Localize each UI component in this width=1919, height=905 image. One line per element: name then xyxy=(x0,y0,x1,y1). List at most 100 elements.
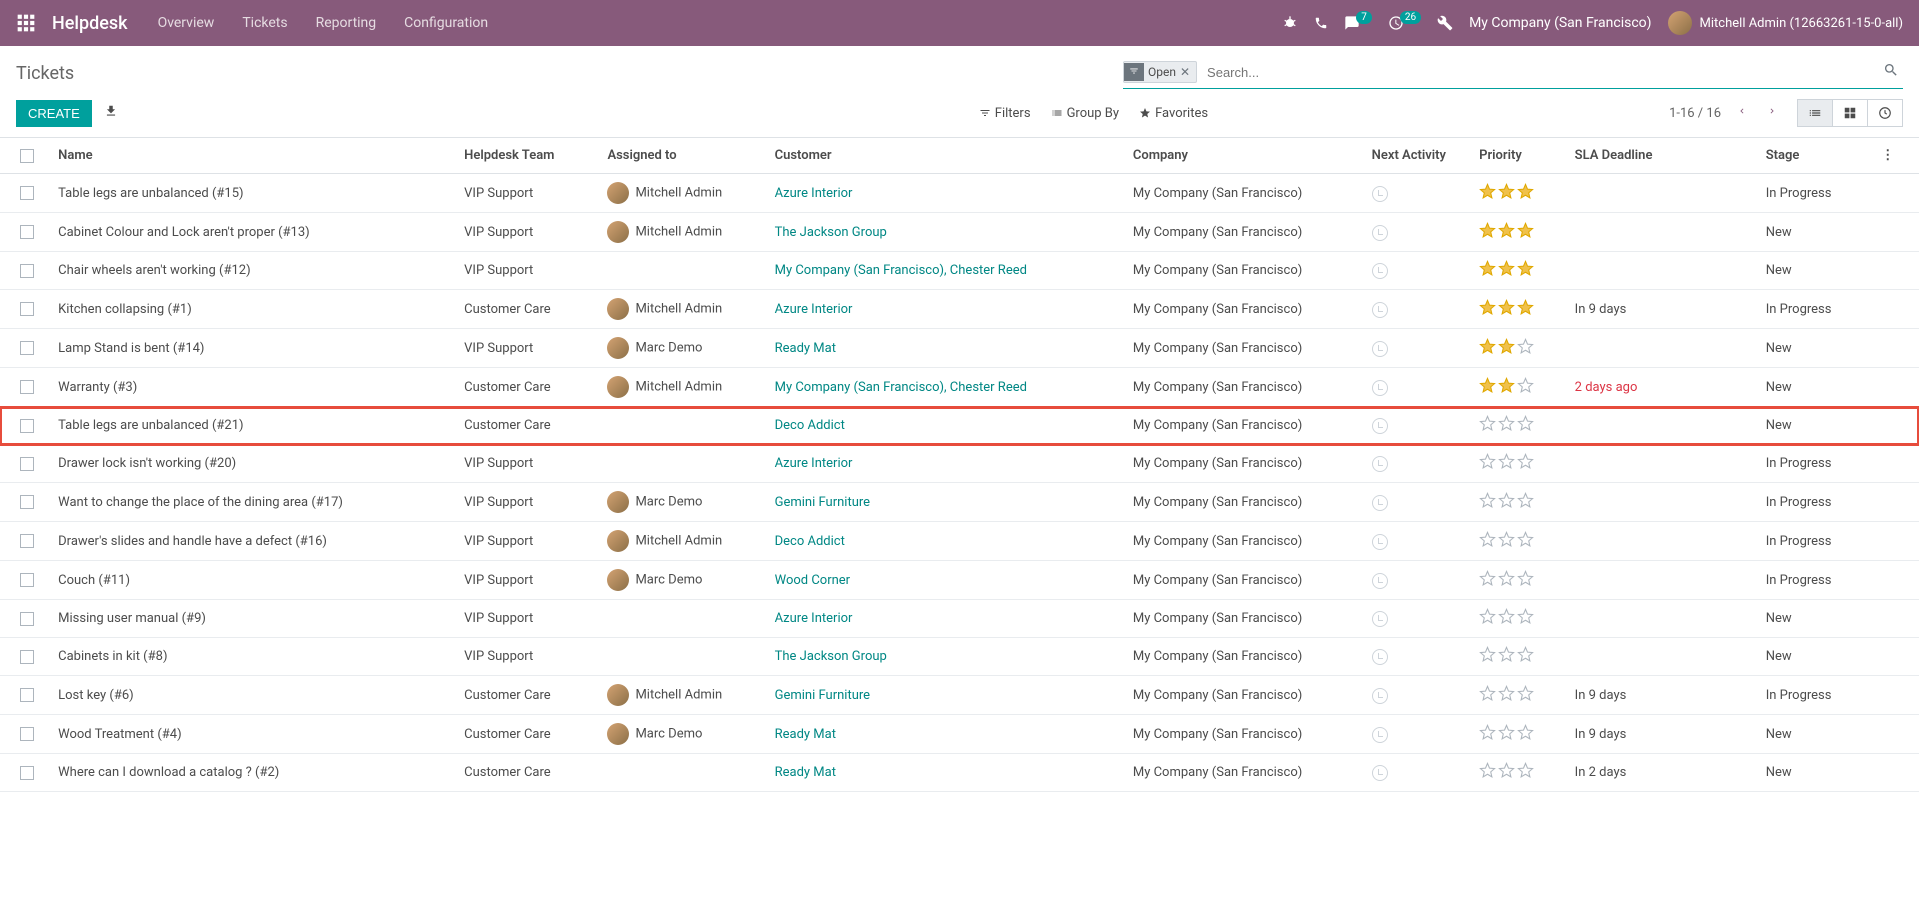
activity-icon[interactable] xyxy=(1372,573,1388,589)
priority-star[interactable] xyxy=(1517,492,1534,513)
customer-link[interactable]: My Company (San Francisco), Chester Reed xyxy=(775,380,1027,395)
customer-link[interactable]: The Jackson Group xyxy=(775,649,887,664)
search-box[interactable]: Open ✕ xyxy=(1123,58,1903,89)
customer-link[interactable]: Gemini Furniture xyxy=(775,495,870,510)
col-customer[interactable]: Customer xyxy=(767,138,1125,174)
customer-link[interactable]: Azure Interior xyxy=(775,186,853,201)
activity-icon[interactable] xyxy=(1372,534,1388,550)
priority-star[interactable] xyxy=(1498,608,1515,629)
activity-icon[interactable] xyxy=(1372,611,1388,627)
priority-star[interactable] xyxy=(1479,685,1496,706)
nav-reporting[interactable]: Reporting xyxy=(316,15,377,31)
priority-star[interactable] xyxy=(1479,492,1496,513)
tools-icon[interactable] xyxy=(1437,15,1453,31)
activity-icon[interactable] xyxy=(1372,341,1388,357)
favorites-button[interactable]: Favorites xyxy=(1139,106,1208,121)
row-checkbox[interactable] xyxy=(20,766,34,780)
messages-icon[interactable]: 7 xyxy=(1344,15,1372,31)
priority-star[interactable] xyxy=(1517,646,1534,667)
activity-icon[interactable] xyxy=(1372,456,1388,472)
priority-star[interactable] xyxy=(1517,338,1534,359)
priority-star[interactable] xyxy=(1479,570,1496,591)
priority-star[interactable] xyxy=(1517,415,1534,436)
nav-tickets[interactable]: Tickets xyxy=(242,15,287,31)
priority-star[interactable] xyxy=(1479,646,1496,667)
activity-icon[interactable] xyxy=(1372,765,1388,781)
priority-star[interactable] xyxy=(1517,685,1534,706)
nav-overview[interactable]: Overview xyxy=(158,15,215,31)
priority-star[interactable] xyxy=(1517,377,1534,398)
priority-star[interactable] xyxy=(1479,222,1496,243)
customer-link[interactable]: Deco Addict xyxy=(775,418,845,433)
row-checkbox[interactable] xyxy=(20,612,34,626)
priority-star[interactable] xyxy=(1517,299,1534,320)
groupby-button[interactable]: Group By xyxy=(1051,106,1120,121)
activity-icon[interactable] xyxy=(1372,302,1388,318)
activity-icon[interactable] xyxy=(1372,418,1388,434)
customer-link[interactable]: Gemini Furniture xyxy=(775,688,870,703)
customer-link[interactable]: Ready Mat xyxy=(775,765,836,780)
row-checkbox[interactable] xyxy=(20,573,34,587)
activity-icon[interactable] xyxy=(1372,225,1388,241)
priority-star[interactable] xyxy=(1517,724,1534,745)
customer-link[interactable]: Wood Corner xyxy=(775,573,850,588)
table-row[interactable]: Chair wheels aren't working (#12)VIP Sup… xyxy=(0,252,1919,290)
priority-star[interactable] xyxy=(1498,377,1515,398)
table-row[interactable]: Table legs are unbalanced (#15)VIP Suppo… xyxy=(0,174,1919,213)
priority-star[interactable] xyxy=(1479,531,1496,552)
priority-star[interactable] xyxy=(1479,260,1496,281)
row-checkbox[interactable] xyxy=(20,688,34,702)
priority-star[interactable] xyxy=(1517,531,1534,552)
priority-star[interactable] xyxy=(1498,724,1515,745)
activity-icon[interactable] xyxy=(1372,380,1388,396)
customer-link[interactable]: Azure Interior xyxy=(775,611,853,626)
row-checkbox[interactable] xyxy=(20,419,34,433)
table-row[interactable]: Lost key (#6)Customer CareMitchell Admin… xyxy=(0,676,1919,715)
priority-star[interactable] xyxy=(1479,724,1496,745)
create-button[interactable]: CREATE xyxy=(16,100,92,127)
view-list[interactable] xyxy=(1797,99,1833,127)
priority-star[interactable] xyxy=(1479,415,1496,436)
activities-icon[interactable]: 26 xyxy=(1388,15,1421,31)
priority-star[interactable] xyxy=(1517,222,1534,243)
phone-icon[interactable] xyxy=(1314,16,1328,30)
pager-next[interactable] xyxy=(1763,100,1781,126)
col-name[interactable]: Name xyxy=(50,138,456,174)
column-options-icon[interactable]: ⋮ xyxy=(1873,148,1902,163)
activity-icon[interactable] xyxy=(1372,727,1388,743)
customer-link[interactable]: Ready Mat xyxy=(775,341,836,356)
priority-star[interactable] xyxy=(1498,685,1515,706)
row-checkbox[interactable] xyxy=(20,264,34,278)
download-icon[interactable] xyxy=(104,104,118,122)
priority-star[interactable] xyxy=(1517,260,1534,281)
user-menu[interactable]: Mitchell Admin (12663261-15-0-all) xyxy=(1668,11,1903,35)
customer-link[interactable]: Azure Interior xyxy=(775,456,853,471)
row-checkbox[interactable] xyxy=(20,302,34,316)
priority-star[interactable] xyxy=(1498,570,1515,591)
priority-star[interactable] xyxy=(1498,531,1515,552)
apps-icon[interactable] xyxy=(16,13,36,33)
app-title[interactable]: Helpdesk xyxy=(52,13,128,34)
priority-star[interactable] xyxy=(1479,453,1496,474)
activity-icon[interactable] xyxy=(1372,649,1388,665)
priority-star[interactable] xyxy=(1517,453,1534,474)
priority-star[interactable] xyxy=(1479,299,1496,320)
col-company[interactable]: Company xyxy=(1125,138,1364,174)
customer-link[interactable]: Deco Addict xyxy=(775,534,845,549)
col-assigned[interactable]: Assigned to xyxy=(599,138,766,174)
row-checkbox[interactable] xyxy=(20,457,34,471)
col-priority[interactable]: Priority xyxy=(1471,138,1567,174)
pager-value[interactable]: 1-16 / 16 xyxy=(1669,106,1721,121)
priority-star[interactable] xyxy=(1517,570,1534,591)
row-checkbox[interactable] xyxy=(20,341,34,355)
priority-star[interactable] xyxy=(1498,299,1515,320)
select-all-checkbox[interactable] xyxy=(20,149,34,163)
table-row[interactable]: Kitchen collapsing (#1)Customer CareMitc… xyxy=(0,290,1919,329)
filters-button[interactable]: Filters xyxy=(979,106,1031,121)
priority-star[interactable] xyxy=(1517,183,1534,204)
customer-link[interactable]: My Company (San Francisco), Chester Reed xyxy=(775,263,1027,278)
customer-link[interactable]: The Jackson Group xyxy=(775,225,887,240)
priority-star[interactable] xyxy=(1498,415,1515,436)
activity-icon[interactable] xyxy=(1372,688,1388,704)
table-row[interactable]: Want to change the place of the dining a… xyxy=(0,483,1919,522)
